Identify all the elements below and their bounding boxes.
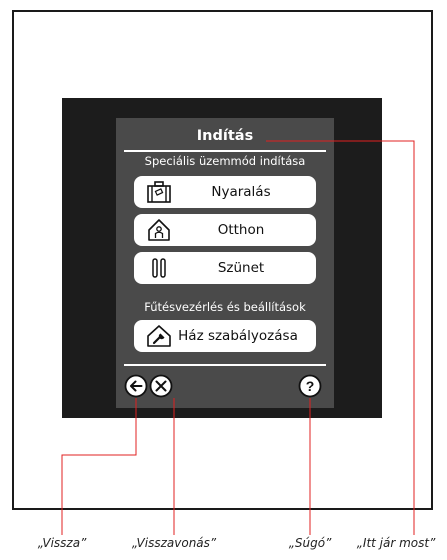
vacation-label: Nyaralás xyxy=(211,184,271,200)
home-label: Otthon xyxy=(217,222,265,238)
house-person-icon xyxy=(148,219,170,241)
section-heating-control: Fűtésvezérlés és beállítások xyxy=(144,300,306,314)
caption-help: „Súgó” xyxy=(288,536,332,550)
caption-you-are-here: „Itt jár most” xyxy=(356,536,436,550)
cancel-x-icon[interactable] xyxy=(149,374,173,398)
pause-label: Szünet xyxy=(217,260,265,276)
house-control-button[interactable]: Ház szabályozása xyxy=(134,320,316,352)
vacation-button[interactable]: Nyaralás xyxy=(134,176,316,208)
help-icon[interactable]: ? xyxy=(298,374,322,398)
title-divider xyxy=(124,150,326,152)
back-arrow-icon[interactable] xyxy=(124,374,148,398)
home-button[interactable]: Otthon xyxy=(134,214,316,246)
house-control-label: Ház szabályozása xyxy=(178,328,298,344)
section-special-modes: Speciális üzemmód indítása xyxy=(144,154,306,168)
caption-back: „Vissza” xyxy=(37,536,87,550)
pause-icon xyxy=(152,258,166,278)
nav-divider xyxy=(124,364,326,366)
page-title: Indítás xyxy=(196,128,254,144)
svg-text:?: ? xyxy=(306,378,315,394)
pause-button[interactable]: Szünet xyxy=(134,252,316,284)
thermostat-screen: Indítás Speciális üzemmód indítása Nyara… xyxy=(116,118,334,408)
caption-cancel: „Visszavonás” xyxy=(131,536,217,550)
suitcase-icon xyxy=(147,181,171,203)
